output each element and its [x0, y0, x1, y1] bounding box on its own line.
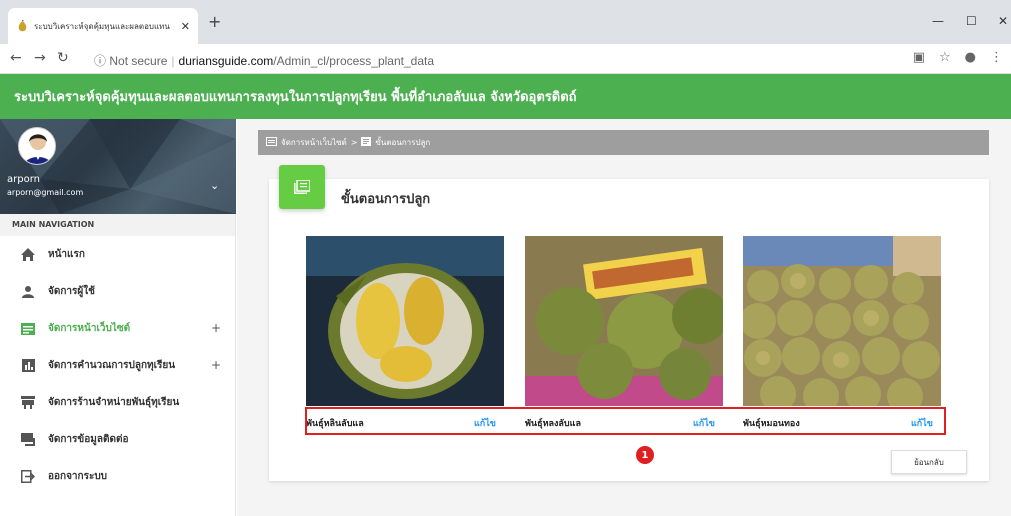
sidebar-item-users[interactable]: จัดการผู้ใช้: [0, 273, 235, 310]
user-name: arporn: [7, 174, 40, 185]
main-content: จัดการหน้าเว็บไซต์ > ขั้นตอนการปลูก ขั้น…: [237, 119, 1011, 516]
chart-icon: [20, 359, 36, 373]
sidebar-item-contact[interactable]: จัดการข้อมูลติดต่อ: [0, 421, 235, 458]
sidebar-item-stores[interactable]: จัดการร้านจำหน่ายพันธุ์ทุเรียน: [0, 384, 235, 421]
info-icon[interactable]: ⓘ: [94, 54, 106, 68]
sidebar-item-label: จัดการหน้าเว็บไซต์: [48, 323, 131, 334]
url-domain: duriansguide.com: [178, 54, 274, 68]
url-separator: |: [171, 54, 175, 68]
sidebar-item-logout[interactable]: ออกจากระบบ: [0, 458, 235, 495]
sidebar-item-calculation[interactable]: จัดการคำนวณการปลูกทุเรียน +: [0, 347, 235, 384]
browser-tab-bar: ระบบวิเคราะห์จุดคุ้มทุนและผลตอบแทน ✕ + —…: [0, 0, 1011, 44]
tab-title: ระบบวิเคราะห์จุดคุ้มทุนและผลตอบแทน: [34, 21, 170, 31]
breadcrumb-parent[interactable]: จัดการหน้าเว็บไซต์: [281, 136, 347, 149]
planting-steps-card: ขั้นตอนการปลูก พันธุ์หลินลับแล แก้ไข พัน…: [269, 165, 989, 481]
main-navigation-label: MAIN NAVIGATION: [0, 214, 235, 236]
browser-tab[interactable]: ระบบวิเคราะห์จุดคุ้มทุนและผลตอบแทน ✕: [8, 8, 198, 44]
step-number-badge: 1: [636, 446, 654, 464]
translate-icon[interactable]: ▣: [913, 50, 925, 65]
card-title: ขั้นตอนการปลูก: [341, 192, 431, 207]
back-arrow-icon[interactable]: ←: [10, 50, 22, 66]
expand-plus-icon[interactable]: +: [211, 321, 221, 335]
durian-display-photo: [525, 236, 723, 406]
minimize-icon[interactable]: —: [932, 14, 944, 28]
bookmark-star-icon[interactable]: ☆: [939, 50, 951, 65]
tab-close-icon[interactable]: ✕: [181, 20, 190, 33]
highlight-box: [305, 407, 946, 435]
address-bar: ← → ↻ ⓘ Not secure | duriansguide.com/Admi…: [0, 44, 1011, 74]
forward-arrow-icon[interactable]: →: [34, 50, 46, 66]
sidebar-item-label: ออกจากระบบ: [48, 471, 108, 482]
contact-icon: [20, 433, 36, 447]
app-header: ระบบวิเคราะห์จุดคุ้มทุนและผลตอบแทนการลงท…: [0, 74, 1011, 119]
expand-plus-icon[interactable]: +: [211, 358, 221, 372]
durian-cut-open-photo: [306, 236, 504, 406]
breadcrumb-current: ขั้นตอนการปลูก: [375, 138, 431, 147]
more-menu-icon[interactable]: ⋮: [990, 50, 1003, 65]
durian-favicon-icon: [16, 19, 28, 33]
reload-icon[interactable]: ↻: [57, 50, 69, 66]
breadcrumb-separator: >: [350, 138, 358, 147]
url-field[interactable]: ⓘ Not secure | duriansguide.com/Admin_cl/p…: [94, 52, 434, 69]
sidebar-item-label: จัดการข้อมูลติดต่อ: [48, 434, 129, 445]
web-page-icon: [20, 322, 36, 336]
window-close-icon[interactable]: ✕: [998, 14, 1008, 28]
profile-icon[interactable]: ●: [965, 50, 976, 65]
url-path: /Admin_cl/process_plant_data: [273, 54, 435, 68]
user-panel: arporn arporn@gmail.com ⌄: [0, 119, 236, 214]
user-email: arporn@gmail.com: [7, 188, 84, 197]
avatar[interactable]: [18, 127, 56, 165]
home-icon: [20, 248, 36, 262]
sidebar: arporn arporn@gmail.com ⌄ MAIN NAVIGATIO…: [0, 119, 236, 516]
person-icon: [20, 285, 36, 299]
new-tab-icon[interactable]: +: [208, 14, 221, 30]
store-icon: [20, 396, 36, 410]
breadcrumb: จัดการหน้าเว็บไซต์ > ขั้นตอนการปลูก: [258, 130, 989, 155]
document-icon: [361, 137, 372, 148]
sidebar-item-label: จัดการคำนวณการปลูกทุเรียน: [48, 360, 176, 371]
sidebar-item-label: หน้าแรก: [48, 249, 85, 260]
maximize-icon[interactable]: ☐: [966, 14, 977, 28]
logout-icon: [20, 470, 36, 484]
sidebar-item-home[interactable]: หน้าแรก: [0, 236, 235, 273]
document-icon: [279, 165, 325, 209]
sidebar-item-website[interactable]: จัดการหน้าเว็บไซต์ +: [0, 310, 235, 347]
back-button[interactable]: ย้อนกลับ: [891, 450, 967, 474]
sidebar-item-label: จัดการร้านจำหน่ายพันธุ์ทุเรียน: [48, 397, 180, 408]
durian-pile-photo: [743, 236, 941, 406]
app-title: ระบบวิเคราะห์จุดคุ้มทุนและผลตอบแทนการลงท…: [14, 90, 577, 105]
web-page-icon: [266, 137, 277, 148]
chevron-down-icon[interactable]: ⌄: [210, 179, 219, 192]
sidebar-item-label: จัดการผู้ใช้: [48, 286, 95, 297]
address-bar-icons: ▣ ☆ ● ⋮: [913, 50, 1003, 65]
security-status: Not secure: [109, 54, 168, 68]
